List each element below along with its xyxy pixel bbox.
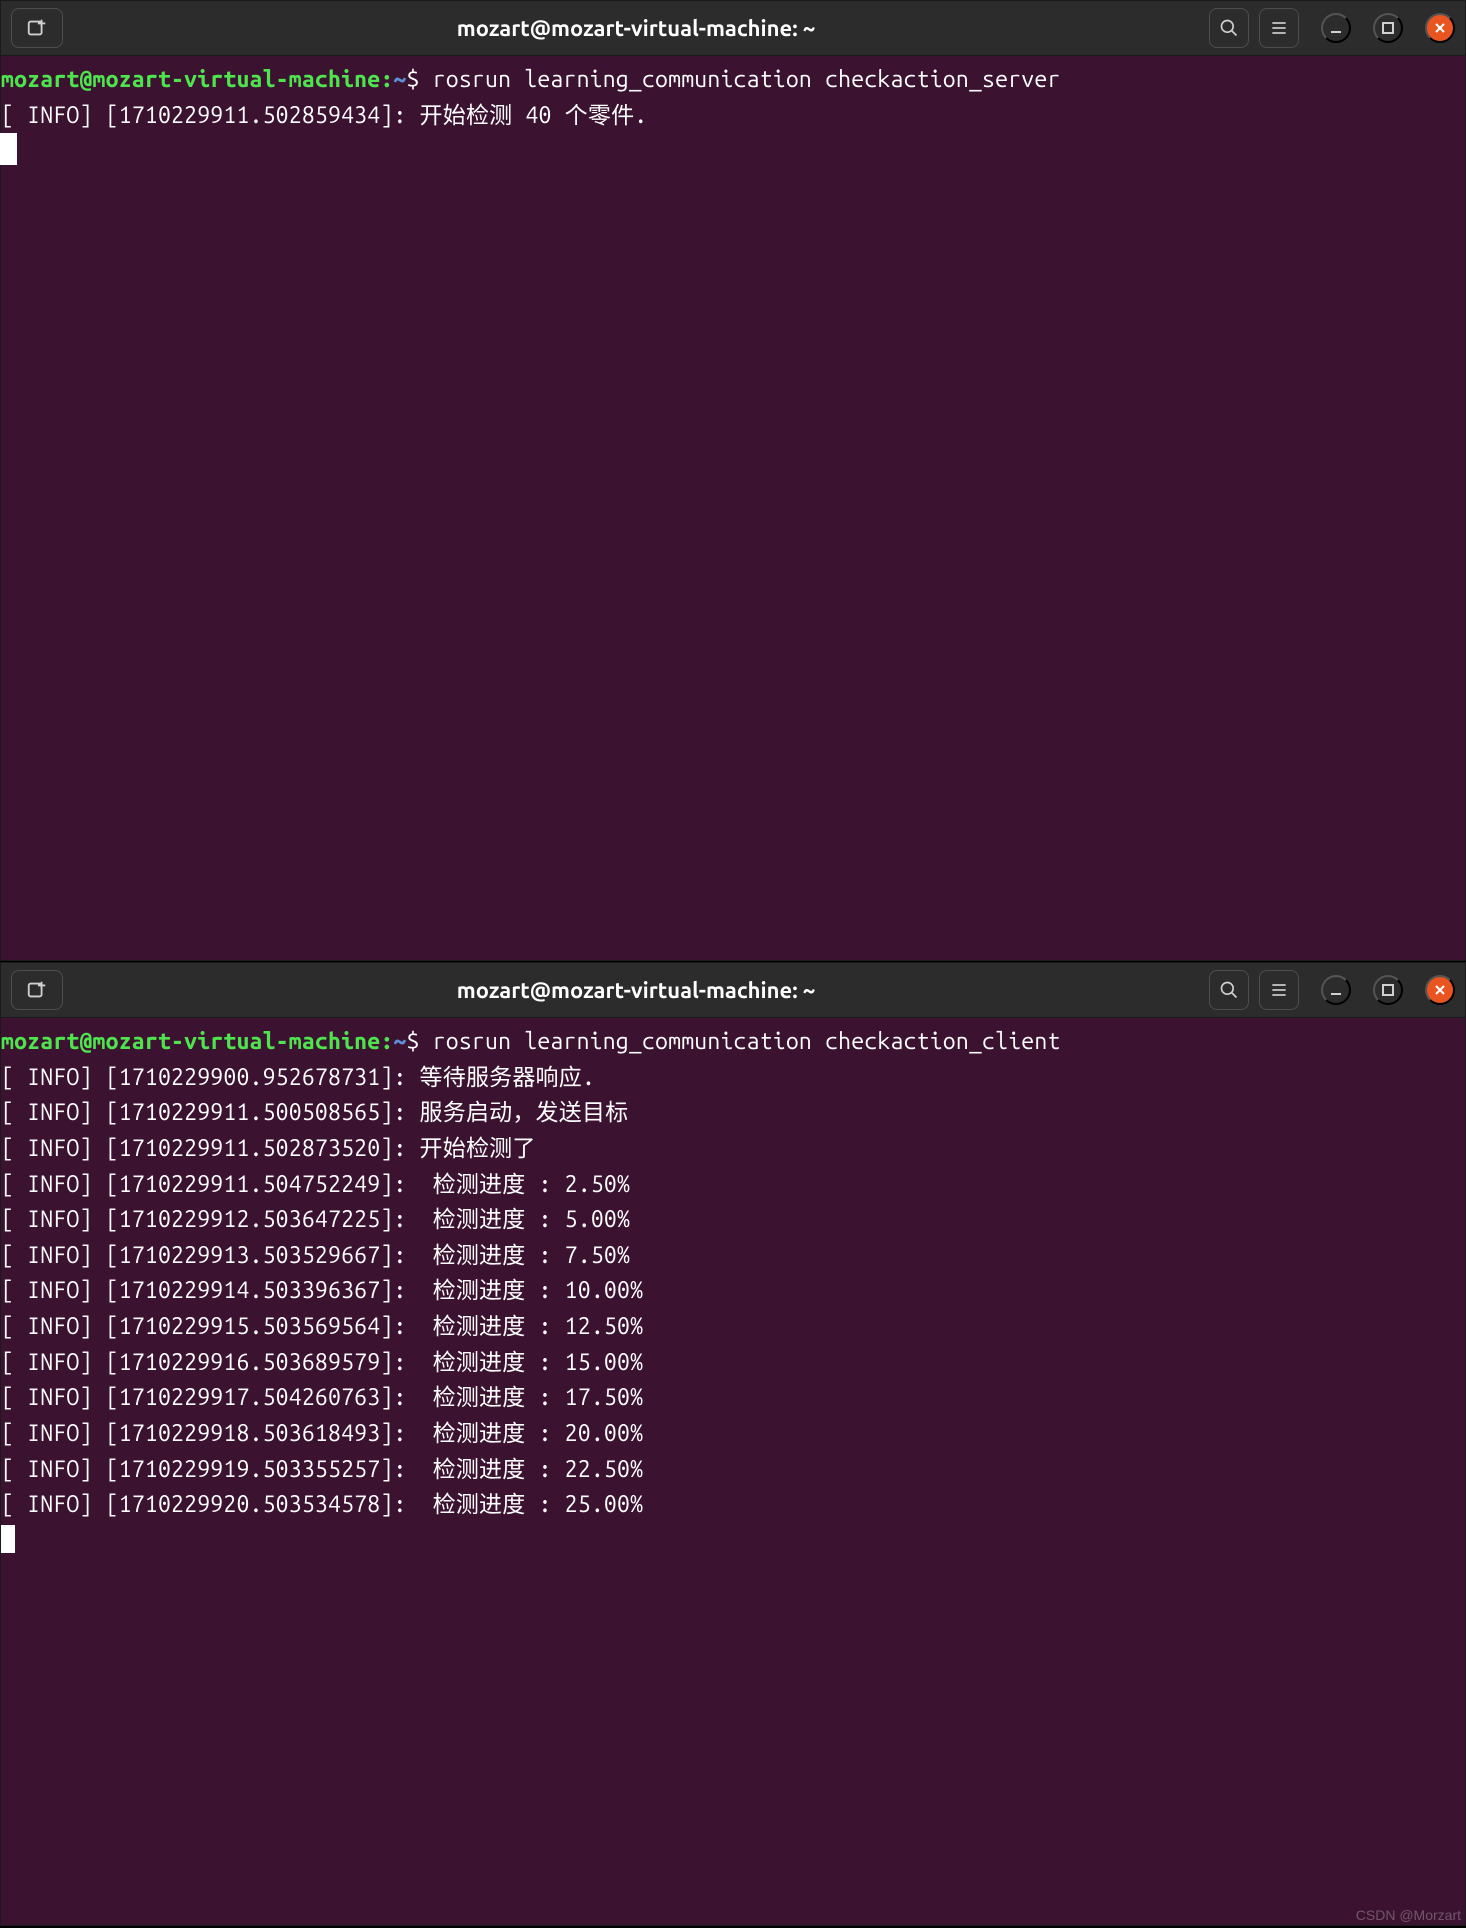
prompt-sep: :	[380, 67, 393, 92]
cursor-icon	[1, 135, 15, 163]
close-button[interactable]	[1425, 975, 1455, 1005]
terminal-content-server[interactable]: mozart@mozart-virtual-machine:~$ rosrun …	[1, 56, 1465, 169]
output-line: [ INFO] [1710229918.503618493]: 检测进度 : 2…	[1, 1421, 643, 1446]
titlebar-left	[11, 970, 63, 1010]
prompt-sep: :	[380, 1029, 393, 1054]
titlebar-right	[1209, 970, 1455, 1010]
output-line: [ INFO] [1710229911.502859434]: 开始检测 40 …	[1, 103, 647, 128]
output-line: [ INFO] [1710229912.503647225]: 检测进度 : 5…	[1, 1207, 630, 1232]
prompt-end: $	[407, 1029, 433, 1054]
cursor-icon	[1, 1525, 15, 1553]
search-button[interactable]	[1209, 970, 1249, 1010]
menu-button[interactable]	[1259, 8, 1299, 48]
terminal-content-client[interactable]: mozart@mozart-virtual-machine:~$ rosrun …	[1, 1018, 1465, 1559]
command-text: rosrun learning_communication checkactio…	[433, 1029, 1061, 1054]
menu-button[interactable]	[1259, 970, 1299, 1010]
maximize-button[interactable]	[1373, 975, 1403, 1005]
output-line: [ INFO] [1710229911.502873520]: 开始检测了	[1, 1136, 536, 1161]
search-button[interactable]	[1209, 8, 1249, 48]
output-line: [ INFO] [1710229916.503689579]: 检测进度 : 1…	[1, 1350, 643, 1375]
terminal-window-server: mozart@mozart-virtual-machine: ~	[0, 0, 1466, 961]
prompt-path: ~	[393, 1029, 406, 1054]
output-line: [ INFO] [1710229911.500508565]: 服务启动，发送目…	[1, 1100, 628, 1125]
output-line: [ INFO] [1710229919.503355257]: 检测进度 : 2…	[1, 1457, 643, 1482]
terminal-window-client: mozart@mozart-virtual-machine: ~	[0, 962, 1466, 1926]
prompt-path: ~	[393, 67, 406, 92]
prompt-user: mozart@mozart-virtual-machine	[1, 67, 380, 92]
output-line: [ INFO] [1710229911.504752249]: 检测进度 : 2…	[1, 1172, 630, 1197]
output-line: [ INFO] [1710229914.503396367]: 检测进度 : 1…	[1, 1278, 643, 1303]
titlebar: mozart@mozart-virtual-machine: ~	[1, 1, 1465, 56]
output-line: [ INFO] [1710229900.952678731]: 等待服务器响应.	[1, 1065, 595, 1090]
output-line: [ INFO] [1710229913.503529667]: 检测进度 : 7…	[1, 1243, 630, 1268]
close-button[interactable]	[1425, 13, 1455, 43]
titlebar-left	[11, 8, 63, 48]
output-line: [ INFO] [1710229917.504260763]: 检测进度 : 1…	[1, 1385, 643, 1410]
prompt-end: $	[407, 67, 433, 92]
output-line: [ INFO] [1710229915.503569564]: 检测进度 : 1…	[1, 1314, 643, 1339]
window-title: mozart@mozart-virtual-machine: ~	[63, 978, 1209, 1003]
command-text: rosrun learning_communication checkactio…	[433, 67, 1061, 92]
titlebar: mozart@mozart-virtual-machine: ~	[1, 963, 1465, 1018]
new-tab-button[interactable]	[11, 970, 63, 1010]
titlebar-right	[1209, 8, 1455, 48]
output-line: [ INFO] [1710229920.503534578]: 检测进度 : 2…	[1, 1492, 643, 1517]
minimize-button[interactable]	[1321, 13, 1351, 43]
watermark: CSDN @Morzart	[1356, 1907, 1461, 1923]
prompt-user: mozart@mozart-virtual-machine	[1, 1029, 380, 1054]
new-tab-button[interactable]	[11, 8, 63, 48]
minimize-button[interactable]	[1321, 975, 1351, 1005]
window-title: mozart@mozart-virtual-machine: ~	[63, 16, 1209, 41]
maximize-button[interactable]	[1373, 13, 1403, 43]
